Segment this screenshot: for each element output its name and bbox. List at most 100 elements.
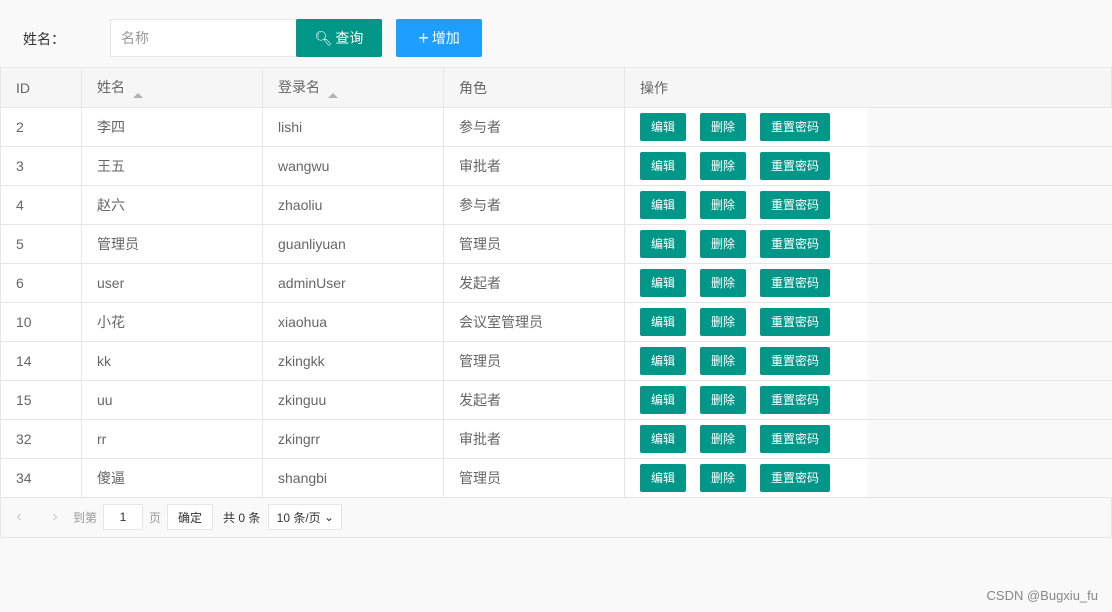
table-row: 15 uu zkinguu 发起者 编辑 删除 重置密码 [0, 380, 1112, 420]
edit-button[interactable]: 编辑 [640, 386, 687, 414]
cell-name: 小花 [81, 302, 263, 342]
cell-role: 参与者 [443, 107, 625, 147]
table-row: 14 kk zkingkk 管理员 编辑 删除 重置密码 [0, 341, 1112, 381]
table-row: 10 小花 xiaohua 会议室管理员 编辑 删除 重置密码 [0, 302, 1112, 342]
goto-label: 到第 [73, 510, 98, 525]
reset-password-button[interactable]: 重置密码 [760, 425, 831, 453]
cell-name: 傻逼 [81, 458, 263, 498]
col-name[interactable]: 姓名 [81, 67, 263, 108]
cell-actions: 编辑 删除 重置密码 [624, 263, 1112, 303]
edit-button[interactable]: 编辑 [640, 152, 687, 180]
reset-password-button[interactable]: 重置密码 [760, 230, 831, 258]
cell-actions: 编辑 删除 重置密码 [624, 380, 1112, 420]
table-row: 32 rr zkingrr 审批者 编辑 删除 重置密码 [0, 419, 1112, 459]
table-row: 34 傻逼 shangbi 管理员 编辑 删除 重置密码 [0, 458, 1112, 498]
reset-password-button[interactable]: 重置密码 [760, 191, 831, 219]
table-row: 6 user adminUser 发起者 编辑 删除 重置密码 [0, 263, 1112, 303]
total-count: 共 0 条 [223, 510, 261, 525]
cell-actions: 编辑 删除 重置密码 [624, 302, 1112, 342]
delete-button[interactable]: 删除 [700, 425, 747, 453]
cell-login: zkinguu [262, 380, 444, 420]
cell-name: rr [81, 419, 263, 459]
edit-button[interactable]: 编辑 [640, 269, 687, 297]
add-button[interactable]: + 增加 [396, 19, 482, 57]
reset-password-button[interactable]: 重置密码 [760, 152, 831, 180]
reset-password-button[interactable]: 重置密码 [760, 347, 831, 375]
cell-name: 管理员 [81, 224, 263, 264]
cell-id: 14 [0, 341, 82, 381]
col-role: 角色 [443, 67, 625, 108]
cell-id: 5 [0, 224, 82, 264]
edit-button[interactable]: 编辑 [640, 230, 687, 258]
delete-button[interactable]: 删除 [700, 113, 747, 141]
confirm-button[interactable]: 确定 [167, 504, 214, 530]
delete-button[interactable]: 删除 [700, 347, 747, 375]
cell-login: zhaoliu [262, 185, 444, 225]
delete-button[interactable]: 删除 [700, 464, 747, 492]
page-unit: 页 [149, 510, 162, 525]
name-search-input[interactable] [110, 19, 302, 57]
cell-id: 2 [0, 107, 82, 147]
search-bar: 姓名： 🔍︎查询 +增加 [0, 19, 1112, 57]
delete-button[interactable]: 删除 [700, 386, 747, 414]
reset-password-button[interactable]: 重置密码 [760, 464, 831, 492]
cell-name: 王五 [81, 146, 263, 186]
edit-button[interactable]: 编辑 [640, 113, 687, 141]
pagination: ‹ › 到第 1 页 确定 共 0 条 10 条/页 ⌄ [0, 497, 1112, 538]
cell-id: 6 [0, 263, 82, 303]
name-label: 姓名： [23, 31, 65, 47]
cell-login: zkingrr [262, 419, 444, 459]
delete-button[interactable]: 删除 [700, 230, 747, 258]
reset-password-button[interactable]: 重置密码 [760, 386, 831, 414]
cell-role: 管理员 [443, 458, 625, 498]
cell-actions: 编辑 删除 重置密码 [624, 107, 1112, 147]
cell-login: xiaohua [262, 302, 444, 342]
cell-actions: 编辑 删除 重置密码 [624, 224, 1112, 264]
cell-actions: 编辑 删除 重置密码 [624, 146, 1112, 186]
page-size-select[interactable]: 10 条/页 ⌄ [268, 504, 343, 530]
reset-password-button[interactable]: 重置密码 [760, 308, 831, 336]
cell-role: 审批者 [443, 146, 625, 186]
user-table: ID 姓名 登录名 角色 操作 2 李四 lishi 参与者 编辑 删除 重置密码 3 王五 wa… [0, 67, 1112, 498]
edit-button[interactable]: 编辑 [640, 347, 687, 375]
cell-role: 管理员 [443, 224, 625, 264]
table-row: 4 赵六 zhaoliu 参与者 编辑 删除 重置密码 [0, 185, 1112, 225]
table-row: 3 王五 wangwu 审批者 编辑 删除 重置密码 [0, 146, 1112, 186]
edit-button[interactable]: 编辑 [640, 464, 687, 492]
table-row: 5 管理员 guanliyuan 管理员 编辑 删除 重置密码 [0, 224, 1112, 264]
sort-asc-icon[interactable] [133, 88, 143, 98]
cell-login: wangwu [262, 146, 444, 186]
page-input[interactable]: 1 [103, 504, 144, 530]
reset-password-button[interactable]: 重置密码 [760, 113, 831, 141]
reset-password-button[interactable]: 重置密码 [760, 269, 831, 297]
sort-asc-icon[interactable] [328, 88, 338, 98]
cell-id: 15 [0, 380, 82, 420]
cell-login: lishi [262, 107, 444, 147]
cell-role: 会议室管理员 [443, 302, 625, 342]
delete-button[interactable]: 删除 [700, 191, 747, 219]
watermark: CSDN @Bugxiu_fu [986, 588, 1098, 603]
query-button[interactable]: 🔍︎ 查询 [296, 19, 382, 57]
delete-button[interactable]: 删除 [700, 308, 747, 336]
cell-id: 34 [0, 458, 82, 498]
col-login[interactable]: 登录名 [262, 67, 444, 108]
edit-button[interactable]: 编辑 [640, 308, 687, 336]
cell-role: 审批者 [443, 419, 625, 459]
cell-login: zkingkk [262, 341, 444, 381]
cell-login: adminUser [262, 263, 444, 303]
prev-page-icon[interactable]: ‹ [9, 508, 29, 526]
col-actions: 操作 [624, 67, 1112, 108]
cell-id: 32 [0, 419, 82, 459]
edit-button[interactable]: 编辑 [640, 191, 687, 219]
cell-name: uu [81, 380, 263, 420]
edit-button[interactable]: 编辑 [640, 425, 687, 453]
delete-button[interactable]: 删除 [700, 269, 747, 297]
cell-actions: 编辑 删除 重置密码 [624, 458, 1112, 498]
cell-id: 3 [0, 146, 82, 186]
plus-icon: + [418, 27, 429, 48]
cell-name: kk [81, 341, 263, 381]
cell-login: guanliyuan [262, 224, 444, 264]
next-page-icon[interactable]: › [45, 508, 65, 526]
delete-button[interactable]: 删除 [700, 152, 747, 180]
table-row: 2 李四 lishi 参与者 编辑 删除 重置密码 [0, 107, 1112, 147]
